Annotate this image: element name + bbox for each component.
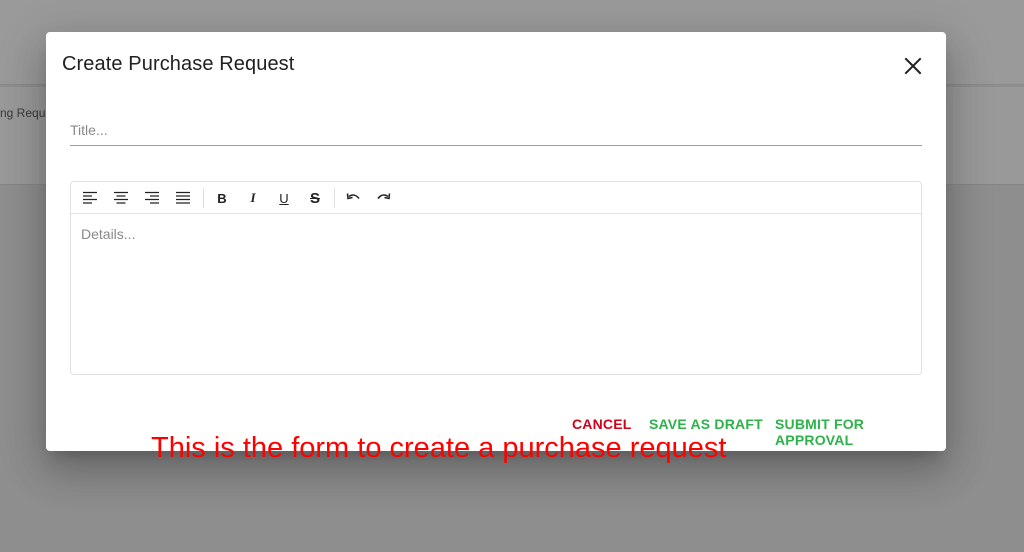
submit-for-approval-button[interactable]: SUBMIT FOR APPROVAL [775,416,946,448]
details-input[interactable] [81,226,911,366]
bold-icon: B [217,190,227,206]
details-editor: B I U S Details... This is the form to c… [70,181,922,464]
title-input[interactable] [70,114,922,146]
editor-toolbar: B I U S [71,182,921,214]
close-button[interactable] [901,54,925,78]
strikethrough-button[interactable]: S [304,188,326,208]
redo-icon [377,193,391,200]
italic-button[interactable]: I [242,188,264,208]
dialog-title: Create Purchase Request [62,53,295,75]
save-as-draft-button[interactable]: SAVE AS DRAFT [649,416,763,432]
align-left-button[interactable] [79,188,101,208]
toolbar-divider [203,188,204,208]
underline-button[interactable]: U [273,188,295,208]
bold-button[interactable]: B [211,188,233,208]
align-left-icon [83,191,97,204]
redo-button[interactable] [373,188,395,208]
align-justify-icon [176,191,190,204]
toolbar-divider [334,188,335,208]
italic-icon: I [250,190,256,205]
align-justify-button[interactable] [172,188,194,208]
align-center-button[interactable] [110,188,132,208]
align-center-icon [114,191,128,204]
align-right-icon [145,191,159,204]
cancel-button[interactable]: CANCEL [572,416,632,432]
strikethrough-icon: S [309,189,320,207]
background-tab-label: ng Reque [0,106,53,120]
close-icon [904,57,922,75]
undo-icon [346,193,360,200]
align-right-button[interactable] [141,188,163,208]
undo-button[interactable] [342,188,364,208]
annotation-text: This is the form to create a purchase re… [151,432,727,464]
underline-icon: U [279,190,289,206]
create-purchase-request-dialog: Create Purchase Request Title... B I U S… [46,32,946,464]
